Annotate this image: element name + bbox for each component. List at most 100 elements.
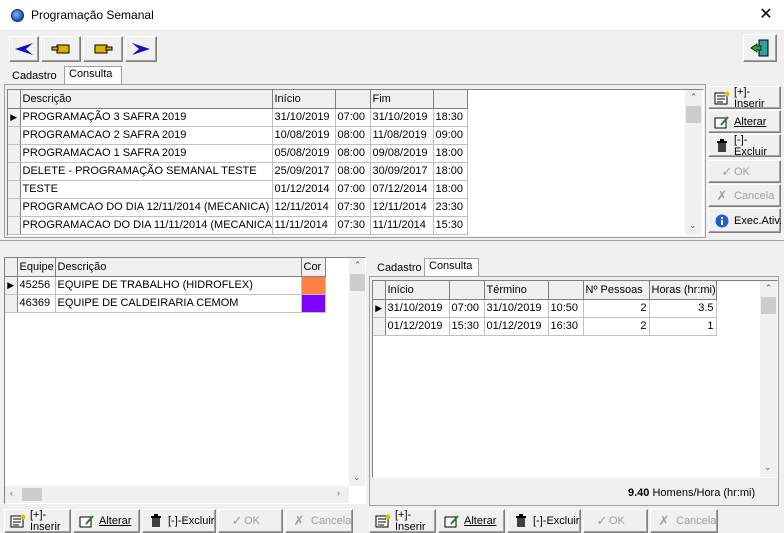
table-row[interactable]: ▶ 31/10/2019 07:00 31/10/2019 10:50 2 3.…: [373, 299, 717, 318]
table-row[interactable]: PROGRAMACAO 2 SAFRA 2019 10/08/2019 08:0…: [8, 126, 468, 145]
teams-inserir-button[interactable]: [+]-Inserir: [4, 509, 71, 533]
scroll-thumb[interactable]: [350, 274, 365, 291]
column-header-descricao[interactable]: Descrição: [20, 90, 273, 109]
schedule-cancela-button[interactable]: ✗ Cancela: [650, 509, 718, 533]
cell-fim[interactable]: 30/09/2017: [370, 162, 434, 181]
cell-termino-hora[interactable]: 10:50: [548, 299, 584, 318]
schedule-alterar-button[interactable]: Alterar: [438, 509, 505, 533]
cell-inicio[interactable]: 01/12/2019: [385, 317, 450, 336]
scroll-up-arrow-icon[interactable]: ⌃: [760, 283, 777, 294]
cell-inicio[interactable]: 12/11/2014: [272, 198, 336, 217]
cell-fim[interactable]: 31/10/2019: [370, 108, 434, 127]
next-record-button[interactable]: [83, 36, 123, 62]
tab-cadastro[interactable]: Cadastro: [8, 69, 61, 83]
close-button[interactable]: ✕: [756, 5, 776, 25]
cell-inicio-hora[interactable]: 07:00: [335, 108, 371, 127]
cell-fim-hora[interactable]: 18:00: [433, 144, 468, 163]
teams-alterar-button[interactable]: Alterar: [73, 509, 140, 533]
cell-fim[interactable]: 09/08/2019: [370, 144, 434, 163]
table-row[interactable]: TESTE 01/12/2014 07:00 07/12/2014 18:00: [8, 180, 468, 199]
cell-inicio[interactable]: 31/10/2019: [272, 108, 336, 127]
cell-descricao[interactable]: PROGRAMACAO DO DIA 11/11/2014 (MECANICA): [20, 216, 273, 235]
cell-inicio-hora[interactable]: 07:00: [335, 180, 371, 199]
schedule-excluir-button[interactable]: [-]-Excluir: [507, 509, 581, 533]
column-header-descricao[interactable]: Descrição: [55, 258, 302, 277]
column-header-fim-hora[interactable]: [433, 90, 468, 109]
scroll-down-arrow-icon[interactable]: ⌄: [689, 220, 697, 231]
teams-vertical-scrollbar[interactable]: ⌃ ⌄: [349, 258, 365, 486]
cell-descricao[interactable]: PROGRAMCAO DO DIA 12/11/2014 (MECANICA): [20, 198, 273, 217]
cell-inicio-hora[interactable]: 08:00: [335, 162, 371, 181]
table-row[interactable]: PROGRAMACAO 1 SAFRA 2019 05/08/2019 08:0…: [8, 144, 468, 163]
table-row[interactable]: PROGRAMACAO DO DIA 11/11/2014 (MECANICA)…: [8, 216, 468, 235]
ok-button[interactable]: ✓ OK: [708, 160, 781, 183]
cell-fim[interactable]: 12/11/2014: [370, 198, 434, 217]
column-header-n-pessoas[interactable]: Nº Pessoas: [583, 281, 650, 300]
teams-cancela-button[interactable]: ✗ Cancela: [285, 509, 353, 533]
cell-inicio-hora[interactable]: 07:00: [449, 299, 485, 318]
horizontal-splitter[interactable]: [0, 240, 784, 243]
cell-fim[interactable]: 11/11/2014: [370, 216, 434, 235]
cell-termino[interactable]: 01/12/2019: [484, 317, 549, 336]
column-header-horas[interactable]: Horas (hr:mi): [649, 281, 717, 300]
cell-inicio-hora[interactable]: 07:30: [335, 216, 371, 235]
cell-inicio-hora[interactable]: 08:00: [335, 126, 371, 145]
cell-inicio[interactable]: 31/10/2019: [385, 299, 450, 318]
scroll-thumb[interactable]: [686, 106, 701, 123]
cell-inicio[interactable]: 05/08/2019: [272, 144, 336, 163]
column-header-inicio-hora[interactable]: [449, 281, 485, 300]
cancela-button[interactable]: ✗ Cancela: [708, 184, 781, 207]
table-row[interactable]: ▶ PROGRAMAÇÃO 3 SAFRA 2019 31/10/2019 07…: [8, 108, 468, 127]
tab-consulta[interactable]: Consulta: [64, 66, 122, 84]
prev-record-button[interactable]: [41, 36, 81, 62]
cell-fim-hora[interactable]: 09:00: [433, 126, 468, 145]
column-header-equipe[interactable]: Equipe: [17, 258, 56, 277]
cell-equipe[interactable]: 46369: [17, 294, 56, 313]
cell-descricao[interactable]: PROGRAMACAO 2 SAFRA 2019: [20, 126, 273, 145]
cell-fim-hora[interactable]: 23:30: [433, 198, 468, 217]
cell-n-pessoas[interactable]: 2: [583, 317, 650, 336]
scroll-thumb[interactable]: [22, 488, 42, 501]
table-row[interactable]: PROGRAMCAO DO DIA 12/11/2014 (MECANICA) …: [8, 198, 468, 217]
cell-descricao[interactable]: DELETE - PROGRAMAÇÃO SEMANAL TESTE: [20, 162, 273, 181]
scroll-left-arrow-icon[interactable]: ‹: [10, 488, 13, 498]
cell-termino-hora[interactable]: 16:30: [548, 317, 584, 336]
cell-descricao[interactable]: PROGRAMAÇÃO 3 SAFRA 2019: [20, 108, 273, 127]
column-header-fim[interactable]: Fim: [370, 90, 434, 109]
scroll-up-arrow-icon[interactable]: ⌃: [349, 260, 365, 271]
scroll-thumb[interactable]: [761, 297, 776, 314]
table-row[interactable]: DELETE - PROGRAMAÇÃO SEMANAL TESTE 25/09…: [8, 162, 468, 181]
tab-cadastro[interactable]: Cadastro: [373, 261, 426, 275]
cell-inicio-hora[interactable]: 07:30: [335, 198, 371, 217]
cell-descricao[interactable]: PROGRAMACAO 1 SAFRA 2019: [20, 144, 273, 163]
first-record-button[interactable]: [9, 36, 39, 62]
schedule-inserir-button[interactable]: [+]-Inserir: [369, 509, 436, 533]
cell-fim-hora[interactable]: 18:30: [433, 108, 468, 127]
cell-descricao[interactable]: EQUIPE DE TRABALHO (HIDROFLEX): [55, 276, 302, 295]
table-row[interactable]: 46369 EQUIPE DE CALDEIRARIA CEMOM: [5, 294, 326, 313]
teams-horizontal-scrollbar[interactable]: ‹ ›: [5, 486, 349, 503]
exit-button[interactable]: [743, 34, 777, 62]
schedule-vertical-scrollbar[interactable]: ⌃ ⌄: [760, 281, 777, 477]
cell-inicio-hora[interactable]: 15:30: [449, 317, 485, 336]
cell-fim[interactable]: 07/12/2014: [370, 180, 434, 199]
cell-horas[interactable]: 3.5: [649, 299, 717, 318]
scroll-down-arrow-icon[interactable]: ⌄: [353, 472, 361, 483]
cell-fim-hora[interactable]: 18:00: [433, 162, 468, 181]
excluir-button[interactable]: [-]-Excluir: [708, 134, 781, 158]
cell-n-pessoas[interactable]: 2: [583, 299, 650, 318]
cell-cor[interactable]: [301, 294, 326, 313]
column-header-cor[interactable]: Cor: [301, 258, 326, 277]
cell-inicio[interactable]: 01/12/2014: [272, 180, 336, 199]
tab-consulta[interactable]: Consulta: [424, 258, 479, 276]
cell-fim[interactable]: 11/08/2019: [370, 126, 434, 145]
cell-cor[interactable]: [301, 276, 326, 295]
column-header-inicio-hora[interactable]: [335, 90, 371, 109]
cell-descricao[interactable]: TESTE: [20, 180, 273, 199]
exec-ativ-button[interactable]: Exec.Ativ.: [708, 208, 782, 233]
scroll-right-arrow-icon[interactable]: ›: [337, 488, 340, 498]
cell-termino[interactable]: 31/10/2019: [484, 299, 549, 318]
schedule-ok-button[interactable]: ✓ OK: [583, 509, 648, 533]
column-header-termino-hora[interactable]: [548, 281, 584, 300]
table-row[interactable]: 01/12/2019 15:30 01/12/2019 16:30 2 1: [373, 317, 717, 336]
